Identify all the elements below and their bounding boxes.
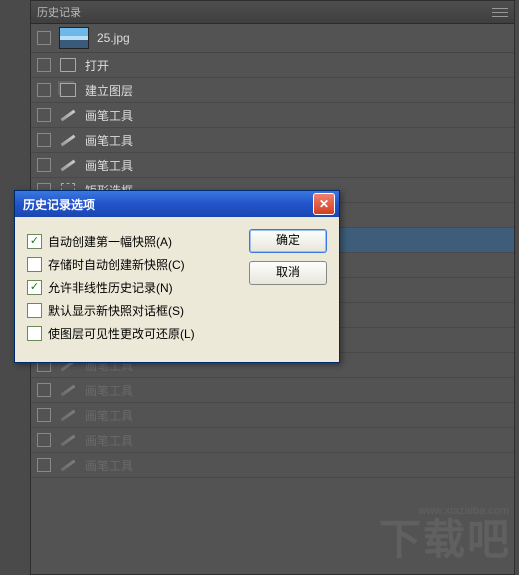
options-group: 自动创建第一幅快照(A) 存储时自动创建新快照(C) 允许非线性历史记录(N) 默认显… (27, 227, 235, 348)
history-row[interactable]: 画笔工具 (31, 428, 514, 453)
option-row: 允许非线性历史记录(N) (27, 279, 235, 296)
snapshot-row[interactable]: 25.jpg (31, 24, 514, 53)
ok-button[interactable]: 确定 (249, 229, 327, 253)
brush-icon (59, 431, 77, 449)
option-checkbox[interactable] (27, 326, 42, 341)
brush-icon (59, 406, 77, 424)
open-icon (59, 56, 77, 74)
panel-menu-icon[interactable] (492, 6, 508, 18)
dialog-titlebar[interactable]: 历史记录选项 ✕ (15, 191, 339, 217)
history-row[interactable]: 建立图层 (31, 78, 514, 103)
history-checkbox[interactable] (37, 83, 51, 97)
history-row[interactable]: 画笔工具 (31, 403, 514, 428)
history-row[interactable]: 画笔工具 (31, 153, 514, 178)
option-label: 默认显示新快照对话框(S) (48, 302, 184, 319)
history-label: 打开 (85, 57, 109, 74)
option-label: 自动创建第一幅快照(A) (48, 233, 172, 250)
history-checkbox[interactable] (37, 433, 51, 447)
layer-icon (59, 81, 77, 99)
history-label: 画笔工具 (85, 132, 133, 149)
history-label: 画笔工具 (85, 457, 133, 474)
brush-icon (59, 131, 77, 149)
option-checkbox[interactable] (27, 303, 42, 318)
snapshot-thumbnail (59, 27, 89, 49)
option-checkbox[interactable] (27, 234, 42, 249)
brush-icon (59, 106, 77, 124)
panel-title: 历史记录 (37, 4, 81, 20)
history-label: 画笔工具 (85, 157, 133, 174)
option-row: 自动创建第一幅快照(A) (27, 233, 235, 250)
snapshot-checkbox[interactable] (37, 31, 51, 45)
history-checkbox[interactable] (37, 408, 51, 422)
history-row[interactable]: 画笔工具 (31, 378, 514, 403)
snapshot-filename: 25.jpg (97, 31, 130, 45)
history-checkbox[interactable] (37, 158, 51, 172)
history-label: 建立图层 (85, 82, 133, 99)
option-row: 存储时自动创建新快照(C) (27, 256, 235, 273)
option-row: 默认显示新快照对话框(S) (27, 302, 235, 319)
history-checkbox[interactable] (37, 58, 51, 72)
option-checkbox[interactable] (27, 257, 42, 272)
option-checkbox[interactable] (27, 280, 42, 295)
history-options-dialog: 历史记录选项 ✕ 自动创建第一幅快照(A) 存储时自动创建新快照(C) 允许非线性历… (14, 190, 340, 363)
option-label: 允许非线性历史记录(N) (48, 279, 173, 296)
cancel-button[interactable]: 取消 (249, 261, 327, 285)
history-row[interactable]: 画笔工具 (31, 453, 514, 478)
history-checkbox[interactable] (37, 108, 51, 122)
option-row: 使图层可见性更改可还原(L) (27, 325, 235, 342)
history-label: 画笔工具 (85, 382, 133, 399)
dialog-title: 历史记录选项 (19, 196, 95, 213)
panel-header: 历史记录 (31, 1, 514, 24)
history-checkbox[interactable] (37, 458, 51, 472)
history-checkbox[interactable] (37, 383, 51, 397)
history-label: 画笔工具 (85, 432, 133, 449)
history-label: 画笔工具 (85, 107, 133, 124)
history-label: 画笔工具 (85, 407, 133, 424)
option-label: 存储时自动创建新快照(C) (48, 256, 185, 273)
history-checkbox[interactable] (37, 133, 51, 147)
history-row[interactable]: 打开 (31, 53, 514, 78)
history-row[interactable]: 画笔工具 (31, 128, 514, 153)
brush-icon (59, 381, 77, 399)
history-row[interactable]: 画笔工具 (31, 103, 514, 128)
brush-icon (59, 156, 77, 174)
brush-icon (59, 456, 77, 474)
close-icon[interactable]: ✕ (313, 193, 335, 215)
option-label: 使图层可见性更改可还原(L) (48, 325, 195, 342)
